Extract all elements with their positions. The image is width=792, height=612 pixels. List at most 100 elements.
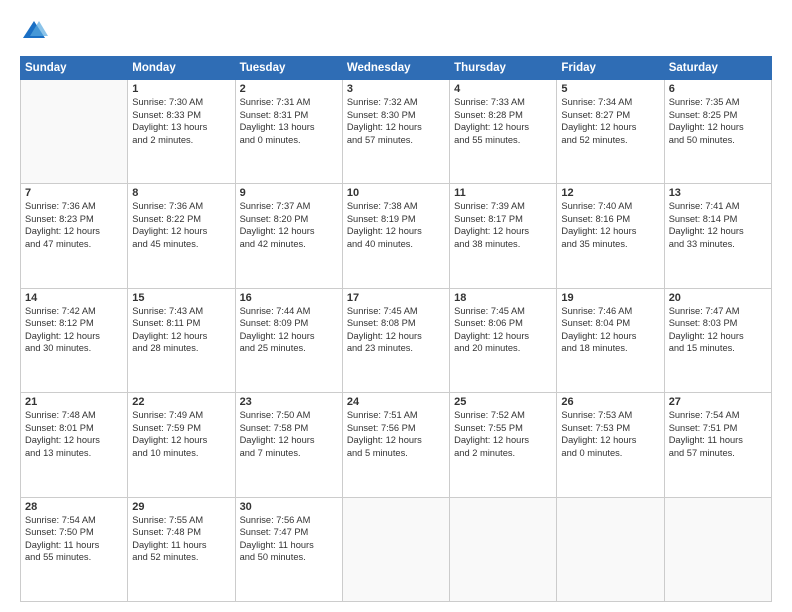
logo-icon — [20, 18, 48, 46]
day-number: 27 — [669, 396, 767, 408]
day-info-line: and 52 minutes. — [561, 134, 659, 147]
day-info: Sunrise: 7:42 AMSunset: 8:12 PMDaylight:… — [25, 305, 123, 355]
day-info-line: Daylight: 12 hours — [454, 434, 552, 447]
day-cell-24: 24Sunrise: 7:51 AMSunset: 7:56 PMDayligh… — [342, 393, 449, 497]
day-info-line: Sunrise: 7:47 AM — [669, 305, 767, 318]
day-number: 28 — [25, 501, 123, 513]
day-info-line: Sunrise: 7:36 AM — [132, 200, 230, 213]
day-number: 9 — [240, 187, 338, 199]
day-number: 3 — [347, 83, 445, 95]
weekday-header-thursday: Thursday — [450, 57, 557, 80]
day-info-line: Sunrise: 7:49 AM — [132, 409, 230, 422]
weekday-header-wednesday: Wednesday — [342, 57, 449, 80]
day-info-line: Sunrise: 7:33 AM — [454, 96, 552, 109]
day-info-line: Sunrise: 7:31 AM — [240, 96, 338, 109]
day-info-line: Daylight: 12 hours — [347, 121, 445, 134]
day-cell-3: 3Sunrise: 7:32 AMSunset: 8:30 PMDaylight… — [342, 80, 449, 184]
day-info-line: Sunrise: 7:42 AM — [25, 305, 123, 318]
day-cell-10: 10Sunrise: 7:38 AMSunset: 8:19 PMDayligh… — [342, 184, 449, 288]
day-info: Sunrise: 7:36 AMSunset: 8:23 PMDaylight:… — [25, 200, 123, 250]
day-info: Sunrise: 7:32 AMSunset: 8:30 PMDaylight:… — [347, 96, 445, 146]
calendar: SundayMondayTuesdayWednesdayThursdayFrid… — [20, 56, 772, 602]
day-number: 16 — [240, 292, 338, 304]
day-info-line: and 57 minutes. — [669, 447, 767, 460]
day-info-line: Daylight: 12 hours — [240, 434, 338, 447]
day-cell-5: 5Sunrise: 7:34 AMSunset: 8:27 PMDaylight… — [557, 80, 664, 184]
day-info: Sunrise: 7:53 AMSunset: 7:53 PMDaylight:… — [561, 409, 659, 459]
day-number: 7 — [25, 187, 123, 199]
day-info-line: Sunset: 7:53 PM — [561, 422, 659, 435]
day-info-line: Sunrise: 7:53 AM — [561, 409, 659, 422]
day-info-line: Daylight: 13 hours — [132, 121, 230, 134]
day-number: 8 — [132, 187, 230, 199]
day-number: 1 — [132, 83, 230, 95]
day-info-line: and 45 minutes. — [132, 238, 230, 251]
logo — [20, 18, 52, 46]
day-info: Sunrise: 7:44 AMSunset: 8:09 PMDaylight:… — [240, 305, 338, 355]
day-info-line: Sunrise: 7:54 AM — [25, 514, 123, 527]
day-cell-30: 30Sunrise: 7:56 AMSunset: 7:47 PMDayligh… — [235, 497, 342, 601]
day-info: Sunrise: 7:38 AMSunset: 8:19 PMDaylight:… — [347, 200, 445, 250]
day-cell-7: 7Sunrise: 7:36 AMSunset: 8:23 PMDaylight… — [21, 184, 128, 288]
day-cell-18: 18Sunrise: 7:45 AMSunset: 8:06 PMDayligh… — [450, 288, 557, 392]
day-number: 6 — [669, 83, 767, 95]
day-info-line: Daylight: 12 hours — [454, 121, 552, 134]
day-info-line: Sunrise: 7:38 AM — [347, 200, 445, 213]
day-info: Sunrise: 7:56 AMSunset: 7:47 PMDaylight:… — [240, 514, 338, 564]
day-info-line: Sunset: 8:31 PM — [240, 109, 338, 122]
day-info-line: Sunset: 8:11 PM — [132, 317, 230, 330]
day-info-line: Sunset: 7:51 PM — [669, 422, 767, 435]
weekday-header-saturday: Saturday — [664, 57, 771, 80]
empty-cell — [557, 497, 664, 601]
day-info: Sunrise: 7:45 AMSunset: 8:06 PMDaylight:… — [454, 305, 552, 355]
day-info-line: Daylight: 12 hours — [25, 225, 123, 238]
day-info: Sunrise: 7:39 AMSunset: 8:17 PMDaylight:… — [454, 200, 552, 250]
day-info-line: Sunset: 8:08 PM — [347, 317, 445, 330]
day-info-line: Sunset: 8:16 PM — [561, 213, 659, 226]
weekday-header-row: SundayMondayTuesdayWednesdayThursdayFrid… — [21, 57, 772, 80]
day-info-line: Sunset: 8:30 PM — [347, 109, 445, 122]
day-info-line: and 5 minutes. — [347, 447, 445, 460]
day-info-line: Sunset: 7:58 PM — [240, 422, 338, 435]
day-info-line: Sunrise: 7:37 AM — [240, 200, 338, 213]
day-info-line: and 13 minutes. — [25, 447, 123, 460]
weekday-header-sunday: Sunday — [21, 57, 128, 80]
day-number: 12 — [561, 187, 659, 199]
week-row-2: 14Sunrise: 7:42 AMSunset: 8:12 PMDayligh… — [21, 288, 772, 392]
day-info-line: Sunset: 8:01 PM — [25, 422, 123, 435]
day-info: Sunrise: 7:40 AMSunset: 8:16 PMDaylight:… — [561, 200, 659, 250]
day-info: Sunrise: 7:34 AMSunset: 8:27 PMDaylight:… — [561, 96, 659, 146]
day-info-line: and 2 minutes. — [454, 447, 552, 460]
day-info: Sunrise: 7:47 AMSunset: 8:03 PMDaylight:… — [669, 305, 767, 355]
day-info-line: Daylight: 12 hours — [561, 121, 659, 134]
day-cell-19: 19Sunrise: 7:46 AMSunset: 8:04 PMDayligh… — [557, 288, 664, 392]
day-info-line: Sunrise: 7:41 AM — [669, 200, 767, 213]
day-info-line: and 47 minutes. — [25, 238, 123, 251]
header — [20, 18, 772, 46]
day-info-line: Sunset: 7:59 PM — [132, 422, 230, 435]
day-info-line: Sunrise: 7:40 AM — [561, 200, 659, 213]
day-cell-15: 15Sunrise: 7:43 AMSunset: 8:11 PMDayligh… — [128, 288, 235, 392]
day-info-line: Sunrise: 7:51 AM — [347, 409, 445, 422]
day-number: 24 — [347, 396, 445, 408]
day-info-line: Daylight: 11 hours — [669, 434, 767, 447]
weekday-header-monday: Monday — [128, 57, 235, 80]
day-info-line: and 2 minutes. — [132, 134, 230, 147]
day-info-line: Sunrise: 7:34 AM — [561, 96, 659, 109]
day-info-line: Sunset: 7:56 PM — [347, 422, 445, 435]
day-number: 4 — [454, 83, 552, 95]
day-info-line: Sunset: 7:55 PM — [454, 422, 552, 435]
day-info-line: Sunset: 8:33 PM — [132, 109, 230, 122]
day-cell-27: 27Sunrise: 7:54 AMSunset: 7:51 PMDayligh… — [664, 393, 771, 497]
week-row-0: 1Sunrise: 7:30 AMSunset: 8:33 PMDaylight… — [21, 80, 772, 184]
day-info-line: Daylight: 12 hours — [132, 330, 230, 343]
day-info-line: Sunrise: 7:56 AM — [240, 514, 338, 527]
day-info-line: and 18 minutes. — [561, 342, 659, 355]
day-info-line: Sunrise: 7:32 AM — [347, 96, 445, 109]
day-number: 23 — [240, 396, 338, 408]
day-info-line: Sunrise: 7:30 AM — [132, 96, 230, 109]
day-info-line: Sunrise: 7:35 AM — [669, 96, 767, 109]
day-number: 29 — [132, 501, 230, 513]
day-info-line: Daylight: 12 hours — [25, 330, 123, 343]
day-info-line: and 50 minutes. — [240, 551, 338, 564]
